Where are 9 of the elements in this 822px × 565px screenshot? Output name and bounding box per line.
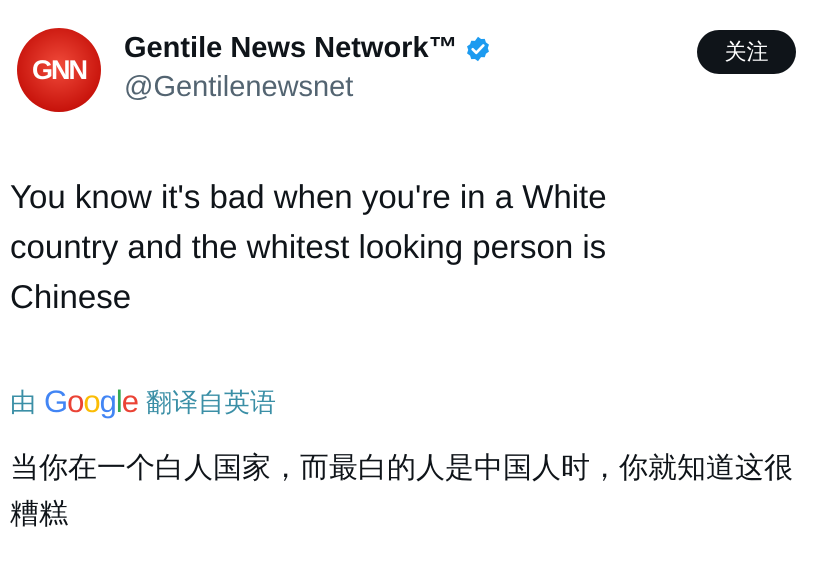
- author-handle[interactable]: @Gentilenewsnet: [124, 71, 492, 104]
- google-logo[interactable]: Google: [44, 384, 138, 420]
- translated-text: 当你在一个白人国家，而最白的人是中国人时，你就知道这很糟糕: [10, 449, 794, 532]
- tweet-text: You know it's bad when you're in a White country and the whitest looking person is Chinese: [10, 177, 608, 317]
- author-name[interactable]: Gentile News Network™: [124, 32, 458, 65]
- follow-button[interactable]: 关注: [697, 30, 796, 74]
- translation-label: 翻译自英语: [146, 386, 276, 420]
- translation-prefix: 由: [10, 386, 36, 420]
- avatar-logo[interactable]: GNN: [17, 28, 101, 112]
